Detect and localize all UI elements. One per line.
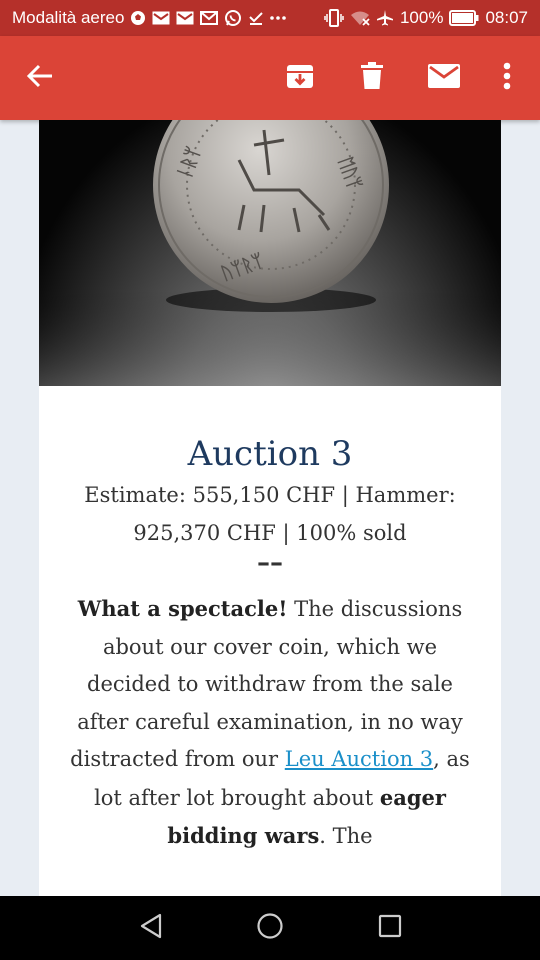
lead-bold-text: What a spectacle! <box>77 596 288 621</box>
mark-unread-button[interactable] <box>416 50 472 106</box>
delete-icon <box>361 62 383 94</box>
gmail-icon <box>176 9 194 27</box>
intro-paragraph: What a spectacle! The discussions about … <box>63 590 477 856</box>
airplane-icon <box>376 9 394 27</box>
system-nav-bar <box>0 896 540 960</box>
auction-meta-line-2: 925,370 CHF | 100% sold <box>133 521 407 545</box>
delete-button[interactable] <box>344 50 400 106</box>
nav-home-icon <box>256 912 284 944</box>
app-bar <box>0 36 540 120</box>
nav-recents-button[interactable] <box>370 910 410 946</box>
more-options-button[interactable] <box>479 50 535 106</box>
more-vert-icon <box>503 62 511 94</box>
paragraph-text-1: The discussions about our cover coin, wh… <box>70 597 463 771</box>
whatsapp-icon <box>224 9 242 27</box>
soccer-ball-icon <box>130 9 146 27</box>
carrier-label: Modalità aereo <box>12 8 125 27</box>
auction-meta-line-1: Estimate: 555,150 CHF | Hammer: <box>84 483 456 507</box>
coin-hero-image: ᚿᚱᛘ ᛖᚢᛘ ᚢᛘᚱᛘ <box>39 120 501 386</box>
paragraph-text-3: . The <box>319 824 373 848</box>
battery-percent: 100% <box>399 8 444 27</box>
archive-icon <box>286 63 314 93</box>
wifi-off-icon <box>350 9 370 27</box>
vibrate-icon <box>324 9 344 27</box>
gmail-icon <box>152 9 170 27</box>
clock: 08:07 <box>485 8 528 27</box>
email-body: Auction 3 Estimate: 555,150 CHF | Hammer… <box>39 406 501 856</box>
back-button[interactable] <box>12 50 68 106</box>
archive-button[interactable] <box>272 50 328 106</box>
nav-recents-icon <box>378 914 402 942</box>
nav-home-button[interactable] <box>250 910 290 946</box>
more-notifications-icon <box>270 9 287 27</box>
email-content[interactable]: ᚿᚱᛘ ᛖᚢᛘ ᚢᛘᚱᛘ Auction 3 Estimate: 555,150… <box>24 120 516 896</box>
nav-back-icon <box>139 913 163 943</box>
auction-title: Auction 3 <box>187 434 353 474</box>
email-card: ᚿᚱᛘ ᛖᚢᛘ ᚢᛘᚱᛘ Auction 3 Estimate: 555,150… <box>39 120 501 896</box>
back-arrow-icon <box>26 64 54 92</box>
section-divider: –– <box>257 548 283 578</box>
email-icon <box>200 9 219 27</box>
leu-auction-3-link[interactable]: Leu Auction 3 <box>285 747 433 771</box>
battery-icon <box>449 9 479 27</box>
status-bar: Modalità aereo 100% 08:07 <box>0 0 540 36</box>
download-done-icon <box>248 9 264 27</box>
mail-icon <box>428 64 460 92</box>
nav-back-button[interactable] <box>131 910 171 946</box>
